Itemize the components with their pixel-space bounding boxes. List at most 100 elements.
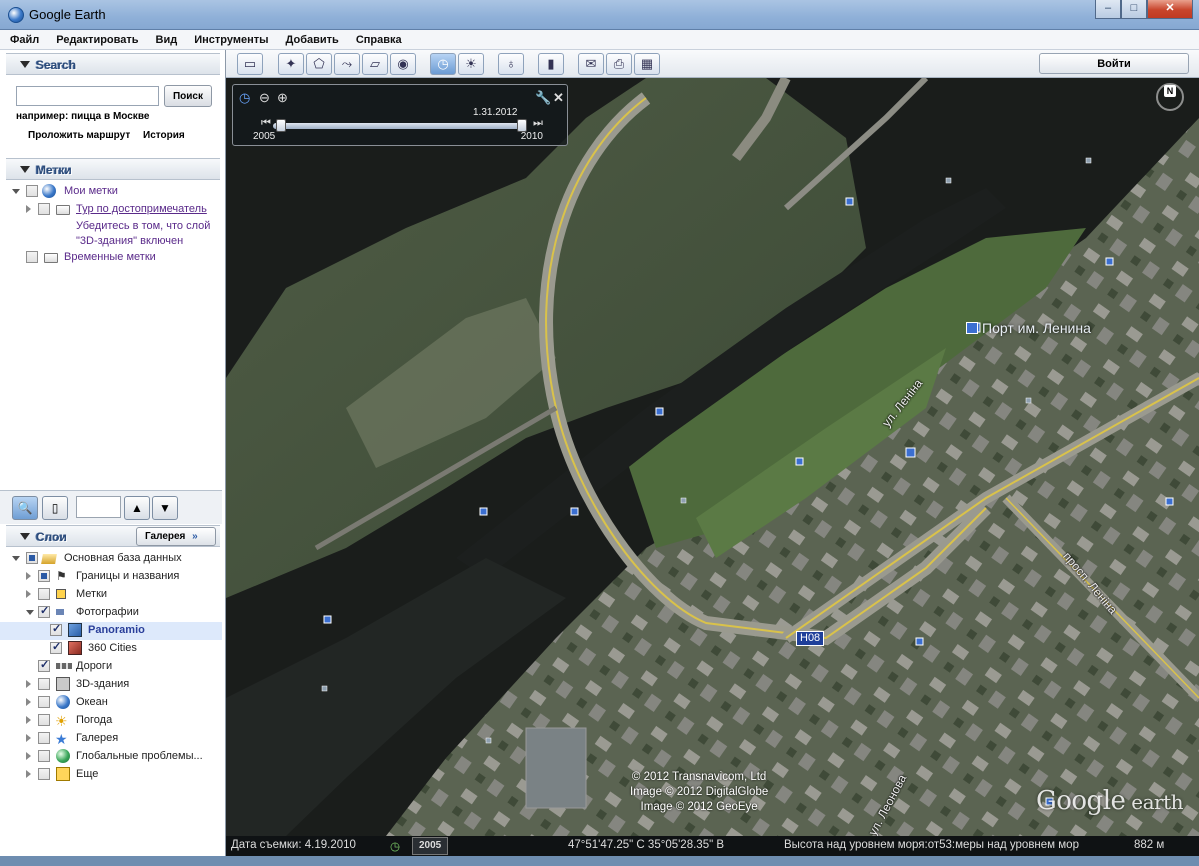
status-year[interactable]: 2005 (412, 837, 449, 855)
checkbox[interactable] (38, 658, 50, 672)
view-in-maps-icon[interactable]: ▦ (634, 53, 660, 75)
expand-arrow-icon[interactable] (12, 189, 20, 194)
expand-arrow-icon[interactable] (26, 752, 31, 760)
clock-icon[interactable]: ◷ (239, 90, 250, 106)
checkbox[interactable] (26, 185, 38, 197)
layer-360cities[interactable]: 360 Cities (0, 640, 222, 658)
move-down-button[interactable]: ▼ (152, 496, 178, 520)
layer-gallery[interactable]: ★ Галерея (0, 730, 222, 748)
add-polygon-icon[interactable]: ⬠ (306, 53, 332, 75)
checkbox[interactable] (38, 714, 50, 726)
maximize-button[interactable]: □ (1121, 0, 1147, 19)
layer-borders[interactable]: ⚑ Границы и названия (0, 568, 222, 586)
close-button[interactable]: ✕ (1147, 0, 1193, 19)
checkbox[interactable] (26, 251, 38, 263)
historical-imagery-icon[interactable]: ◷ (430, 53, 456, 75)
checkbox[interactable] (38, 588, 50, 600)
expand-arrow-icon[interactable] (26, 698, 31, 706)
places-item-tour[interactable]: Тур по достопримечатель (0, 201, 222, 219)
checkbox[interactable] (38, 696, 50, 708)
planets-icon[interactable]: ♁ (498, 53, 524, 75)
slider-end-year: 2010 (520, 131, 543, 142)
expand-arrow-icon[interactable] (26, 734, 31, 742)
zoom-in-icon[interactable]: ⊕ (277, 90, 288, 106)
expand-arrow-icon[interactable] (26, 716, 31, 724)
expand-arrow-icon[interactable] (12, 556, 20, 561)
directions-link[interactable]: Проложить маршрут (28, 130, 130, 141)
menu-file[interactable]: Файл (10, 30, 39, 49)
record-tour-icon[interactable]: ◉ (390, 53, 416, 75)
login-button[interactable]: Войти (1039, 53, 1189, 74)
layer-more[interactable]: Еще (0, 766, 222, 784)
zoom-out-icon[interactable]: ⊖ (259, 90, 270, 106)
search-places-button[interactable]: 🔍 (12, 496, 38, 520)
layer-places[interactable]: Метки (0, 586, 222, 604)
layer-ocean[interactable]: Океан (0, 694, 222, 712)
close-slider-icon[interactable]: ✕ (553, 90, 564, 106)
expand-arrow-icon[interactable] (26, 205, 31, 213)
image-overlay-icon[interactable]: ▱ (362, 53, 388, 75)
skip-back-icon[interactable]: ⏮ (261, 117, 271, 130)
navigation-compass[interactable]: N (1155, 82, 1185, 112)
checkbox[interactable] (50, 622, 62, 636)
layer-3d-buildings[interactable]: 3D-здания (0, 676, 222, 694)
layer-photos[interactable]: Фотографии (0, 604, 222, 622)
poi-port-lenina[interactable]: Порт им. Ленина (982, 320, 1091, 336)
add-placemark-icon[interactable]: ✦ (278, 53, 304, 75)
checkbox[interactable] (38, 604, 50, 618)
menu-help[interactable]: Справка (356, 30, 402, 49)
toggle-panel-button[interactable]: ▯ (42, 496, 68, 520)
checkbox[interactable] (38, 678, 50, 690)
places-header-label: Метки (36, 163, 72, 177)
search-panel-header[interactable]: Search (6, 53, 220, 75)
history-link[interactable]: История (143, 130, 185, 141)
expand-arrow-icon[interactable] (26, 572, 31, 580)
minimize-button[interactable]: – (1095, 0, 1121, 19)
checkbox[interactable] (38, 570, 50, 582)
search-input[interactable] (16, 86, 159, 106)
time-slider-track[interactable] (273, 123, 521, 129)
layer-roads[interactable]: Дороги (0, 658, 222, 676)
sidebar-toggle-icon[interactable]: ▭ (237, 53, 263, 75)
layer-panoramio[interactable]: Panoramio (0, 622, 222, 640)
places-item-my-places[interactable]: Мои метки (0, 183, 222, 201)
print-icon[interactable]: ⎙ (606, 53, 632, 75)
search-button[interactable]: Поиск (164, 85, 212, 107)
wrench-icon[interactable]: 🔧 (535, 90, 551, 106)
places-item-temporary[interactable]: Временные метки (0, 249, 222, 267)
checkbox[interactable] (38, 768, 50, 780)
places-panel-header[interactable]: Метки (6, 158, 220, 180)
compass-north[interactable]: N (1164, 85, 1176, 97)
menu-add[interactable]: Добавить (286, 30, 339, 49)
add-path-icon[interactable]: ⤳ (334, 53, 360, 75)
places-field[interactable] (76, 496, 121, 518)
menu-view[interactable]: Вид (156, 30, 178, 49)
menu-edit[interactable]: Редактировать (56, 30, 138, 49)
email-icon[interactable]: ✉ (578, 53, 604, 75)
ruler-icon[interactable]: ▮ (538, 53, 564, 75)
checkbox[interactable] (50, 640, 62, 654)
layer-primary-db[interactable]: Основная база данных (0, 550, 222, 568)
checkbox[interactable] (38, 732, 50, 744)
skip-forward-icon[interactable]: ⏭ (533, 117, 543, 130)
checkbox[interactable] (38, 203, 50, 215)
map-view[interactable]: ◷ ⊖ ⊕ 🔧 ✕ 1.31.2012 ⏮ ⏭ 2005 2010 N ул. … (226, 78, 1199, 836)
layers-panel-header[interactable]: Слои Галерея » (6, 525, 220, 547)
checkbox[interactable] (38, 750, 50, 762)
expand-arrow-icon[interactable] (26, 680, 31, 688)
historical-clock-icon[interactable]: ◷ (390, 839, 400, 853)
slider-start-handle[interactable] (276, 119, 286, 132)
sunlight-icon[interactable]: ☀ (458, 53, 484, 75)
expand-arrow-icon[interactable] (26, 610, 34, 615)
collapse-triangle-icon (20, 166, 30, 173)
menu-tools[interactable]: Инструменты (194, 30, 268, 49)
gallery-button[interactable]: Галерея » (136, 527, 216, 546)
expand-arrow-icon[interactable] (26, 590, 31, 598)
poi-photo-icon[interactable] (966, 322, 978, 334)
layer-weather[interactable]: ☀ Погода (0, 712, 222, 730)
checkbox[interactable] (26, 552, 38, 564)
move-up-button[interactable]: ▲ (124, 496, 150, 520)
layer-global-awareness[interactable]: Глобальные проблемы... (0, 748, 222, 766)
expand-arrow-icon[interactable] (26, 770, 31, 778)
places-item-label[interactable]: Тур по достопримечатель (76, 203, 207, 215)
